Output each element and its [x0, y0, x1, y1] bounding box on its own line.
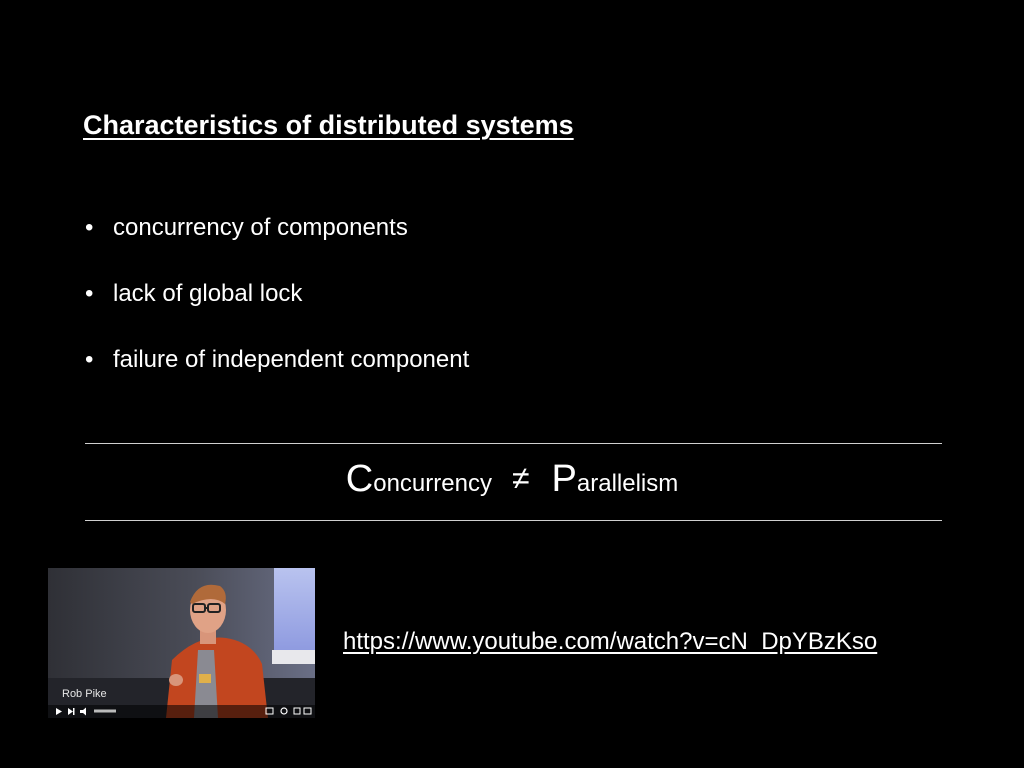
- divider-top: [85, 443, 942, 444]
- bullet-text: concurrency of components: [113, 214, 408, 241]
- divider-bottom: [85, 520, 942, 521]
- speaker-caption: Rob Pike: [62, 688, 107, 700]
- bullet-text: failure of independent component: [113, 346, 470, 373]
- parallelism-initial: P: [551, 458, 577, 500]
- bullet-item: • lack of global lock: [83, 276, 469, 342]
- youtube-link[interactable]: https://www.youtube.com/watch?v=cN_DpYBz…: [343, 628, 877, 656]
- parallelism-rest: arallelism: [576, 470, 679, 497]
- bullet-dot-icon: •: [85, 214, 94, 241]
- bullet-dot-icon: •: [85, 280, 94, 307]
- bullet-item: • concurrency of components: [83, 210, 469, 276]
- bullet-list: • concurrency of components • lack of gl…: [83, 210, 469, 408]
- concurrency-initial: C: [345, 458, 374, 500]
- bullet-item: • failure of independent component: [83, 342, 469, 408]
- not-equal-symbol: ≠: [511, 460, 530, 496]
- bullet-dot-icon: •: [85, 346, 94, 373]
- slide-title: Characteristics of distributed systems: [83, 110, 574, 140]
- video-thumbnail[interactable]: Rob Pike: [48, 568, 315, 718]
- slide: Characteristics of distributed systems •…: [0, 0, 1024, 768]
- concurrency-not-parallelism: Concurrency ≠ Parallelism: [0, 458, 1024, 501]
- bullet-text: lack of global lock: [113, 280, 303, 307]
- concurrency-rest: oncurrency: [373, 470, 492, 497]
